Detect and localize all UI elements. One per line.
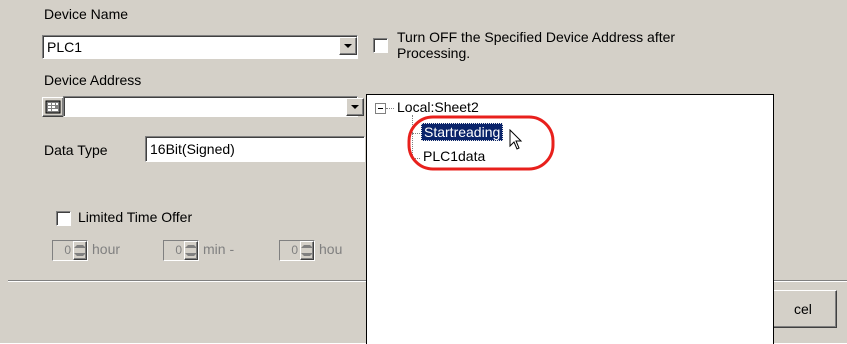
turn-off-label: Turn OFF the Specified Device Address af…	[397, 29, 675, 61]
collapse-icon[interactable]	[375, 103, 386, 114]
turn-off-label-line1: Turn OFF the Specified Device Address af…	[397, 29, 676, 45]
limited-time-label: Limited Time Offer	[78, 209, 193, 225]
device-name-label: Device Name	[44, 6, 129, 22]
hour-label: hour	[92, 241, 121, 257]
turn-off-checkbox[interactable]	[373, 38, 388, 53]
device-address-dropdown-button[interactable]	[346, 98, 364, 116]
highlight-circle	[407, 115, 555, 171]
chevron-down-icon	[351, 105, 359, 109]
spin-down-icon[interactable]	[301, 251, 313, 260]
cancel-button-label: cel	[794, 301, 812, 317]
hour-spinner[interactable]: 0	[52, 240, 88, 261]
hour-spinner-arrows	[73, 241, 87, 260]
device-name-combobox[interactable]: PLC1	[42, 35, 358, 59]
turn-off-label-line2: Processing.	[397, 45, 471, 61]
address-input-button[interactable]	[42, 97, 64, 117]
limited-time-checkbox[interactable]	[56, 211, 71, 226]
data-type-value: 16Bit(Signed)	[150, 141, 235, 157]
end-hour-spinner-value: 0	[291, 243, 298, 257]
chevron-down-icon	[344, 44, 352, 48]
spin-down-icon[interactable]	[185, 251, 197, 260]
device-name-value: PLC1	[47, 39, 83, 55]
min-spinner[interactable]: 0	[163, 240, 199, 261]
min-label: min -	[203, 241, 235, 257]
spin-down-icon[interactable]	[74, 251, 86, 260]
keypad-icon	[45, 100, 61, 114]
hour-spinner-value: 0	[64, 243, 71, 257]
end-hour-spinner[interactable]: 0	[279, 240, 315, 261]
spin-up-icon[interactable]	[185, 242, 197, 251]
data-type-field[interactable]: 16Bit(Signed)	[145, 136, 365, 162]
data-type-label: Data Type	[44, 142, 108, 158]
settings-dialog: Device Name PLC1 Turn OFF the Specified …	[0, 0, 847, 344]
device-address-label: Device Address	[44, 72, 142, 88]
min-spinner-value: 0	[175, 243, 182, 257]
end-hour-label: hou	[319, 241, 343, 257]
end-hour-spinner-arrows	[300, 241, 314, 260]
spin-up-icon[interactable]	[301, 242, 313, 251]
min-spinner-arrows	[184, 241, 198, 260]
device-name-dropdown-button[interactable]	[339, 37, 357, 55]
device-address-input[interactable]	[63, 96, 358, 117]
spin-up-icon[interactable]	[74, 242, 86, 251]
tree-connector	[386, 108, 394, 109]
device-address-tree-popup: Local:Sheet2 Startreading PLC1data	[366, 94, 774, 344]
